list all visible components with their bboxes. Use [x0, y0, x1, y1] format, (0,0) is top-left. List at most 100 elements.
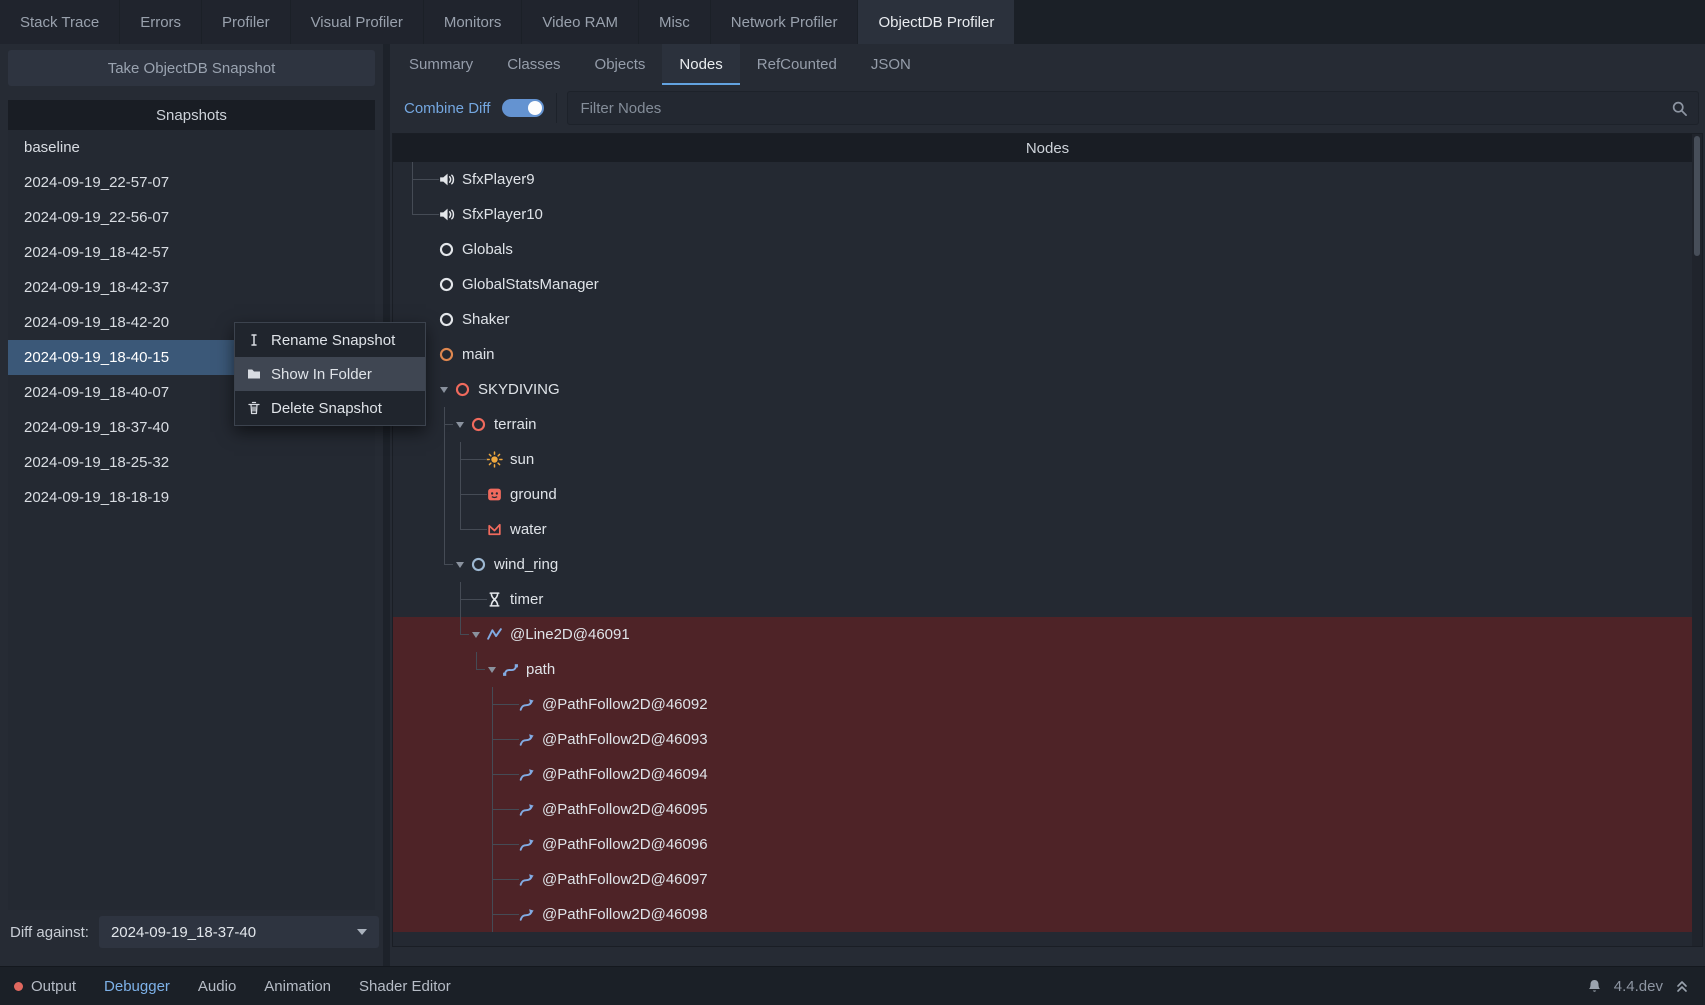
tree-row-globals[interactable]: Globals — [393, 232, 1692, 267]
tree-line — [501, 862, 517, 897]
tree-row-sfxplayer10[interactable]: SfxPlayer10 — [393, 197, 1692, 232]
tree-row-timer[interactable]: timer — [393, 582, 1692, 617]
tree-row-sun[interactable]: sun — [393, 442, 1692, 477]
pathfollow-icon — [517, 801, 535, 819]
tree-line — [405, 617, 421, 652]
tab-json[interactable]: JSON — [854, 44, 928, 85]
tree-row-sfxplayer9[interactable]: SfxPlayer9 — [393, 162, 1692, 197]
tree-row-wind-ring[interactable]: wind_ring — [393, 547, 1692, 582]
snapshot-item-baseline[interactable]: baseline — [8, 130, 375, 165]
collapse-arrow-icon[interactable] — [453, 407, 469, 442]
collapse-arrow-icon[interactable] — [469, 617, 485, 652]
collapse-arrow-icon[interactable] — [485, 652, 501, 687]
top-tab-profiler[interactable]: Profiler — [202, 0, 290, 44]
search-icon — [1670, 99, 1688, 117]
snapshot-item-2024-09-19-18-25-32[interactable]: 2024-09-19_18-25-32 — [8, 445, 375, 480]
top-tab-bar: Stack TraceErrorsProfilerVisual Profiler… — [0, 0, 1705, 44]
tree-row-water[interactable]: water — [393, 512, 1692, 547]
top-tab-monitors[interactable]: Monitors — [424, 0, 522, 44]
audio-icon — [437, 206, 455, 224]
top-tab-errors[interactable]: Errors — [120, 0, 201, 44]
tree-node-label: Shaker — [462, 311, 510, 328]
menu-item-label: Rename Snapshot — [271, 332, 395, 349]
bottom-item-label: Animation — [264, 978, 331, 995]
tab-objects[interactable]: Objects — [578, 44, 663, 85]
sun-icon — [485, 451, 503, 469]
tree-line — [405, 547, 421, 582]
vertical-scrollbar[interactable] — [1692, 134, 1702, 946]
top-tab-objectdb-profiler[interactable]: ObjectDB Profiler — [858, 0, 1014, 44]
combine-diff-label: Combine Diff — [404, 100, 490, 117]
bottom-item-shader-editor[interactable]: Shader Editor — [345, 967, 465, 1005]
tree-line — [437, 722, 453, 757]
snapshot-item-2024-09-19-22-57-07[interactable]: 2024-09-19_22-57-07 — [8, 165, 375, 200]
top-tab-visual-profiler[interactable]: Visual Profiler — [291, 0, 423, 44]
top-tab-stack-trace[interactable]: Stack Trace — [0, 0, 119, 44]
tree-line — [421, 547, 437, 582]
bottom-item-output[interactable]: Output — [0, 967, 90, 1005]
snapshots-header: Snapshots — [8, 100, 375, 130]
tree-row-pathfollow2d-46096[interactable]: @PathFollow2D@46096 — [393, 827, 1692, 862]
expand-bottom-panel-icon[interactable] — [1673, 977, 1691, 995]
take-snapshot-button[interactable]: Take ObjectDB Snapshot — [8, 50, 375, 86]
tree-line — [469, 897, 485, 932]
top-tab-video-ram[interactable]: Video RAM — [522, 0, 638, 44]
tree-row-pathfollow2d-46097[interactable]: @PathFollow2D@46097 — [393, 862, 1692, 897]
snapshot-item-2024-09-19-22-56-07[interactable]: 2024-09-19_22-56-07 — [8, 200, 375, 235]
diff-against-dropdown[interactable]: 2024-09-19_18-37-40 — [99, 916, 379, 948]
tab-summary[interactable]: Summary — [392, 44, 490, 85]
tree-row-pathfollow2d-46098[interactable]: @PathFollow2D@46098 — [393, 897, 1692, 932]
top-tab-network-profiler[interactable]: Network Profiler — [711, 0, 858, 44]
tree-line — [405, 897, 421, 932]
tree-row-shaker[interactable]: Shaker — [393, 302, 1692, 337]
bottom-item-debugger[interactable]: Debugger — [90, 967, 184, 1005]
tree-line — [405, 722, 421, 757]
tree-row-pathfollow2d-46092[interactable]: @PathFollow2D@46092 — [393, 687, 1692, 722]
tree-row-pathfollow2d-46093[interactable]: @PathFollow2D@46093 — [393, 722, 1692, 757]
tree-line — [453, 477, 469, 512]
tree-line — [421, 442, 437, 477]
snapshot-item-2024-09-19-18-42-57[interactable]: 2024-09-19_18-42-57 — [8, 235, 375, 270]
collapse-arrow-icon[interactable] — [437, 372, 453, 407]
tab-refcounted[interactable]: RefCounted — [740, 44, 854, 85]
tab-classes[interactable]: Classes — [490, 44, 577, 85]
tree-line — [453, 617, 469, 652]
snapshot-item-2024-09-19-18-18-19[interactable]: 2024-09-19_18-18-19 — [8, 480, 375, 515]
bottom-item-audio[interactable]: Audio — [184, 967, 250, 1005]
tab-nodes[interactable]: Nodes — [662, 44, 739, 85]
snapshot-item-2024-09-19-18-42-37[interactable]: 2024-09-19_18-42-37 — [8, 270, 375, 305]
nodes-table-header[interactable]: Nodes — [393, 134, 1702, 162]
collapse-arrow-icon[interactable] — [453, 547, 469, 582]
tree-line — [405, 442, 421, 477]
tree-row-main[interactable]: main — [393, 337, 1692, 372]
tree-row-ground[interactable]: ground — [393, 477, 1692, 512]
toggle-knob — [528, 101, 542, 115]
menu-item-rename-snapshot[interactable]: Rename Snapshot — [235, 323, 425, 357]
bell-icon[interactable] — [1586, 977, 1604, 995]
tree-line — [453, 722, 469, 757]
tree-line — [501, 827, 517, 862]
bottom-item-animation[interactable]: Animation — [250, 967, 345, 1005]
nodes-toolbar: Combine Diff — [392, 85, 1703, 131]
tree-row-pathfollow2d-46094[interactable]: @PathFollow2D@46094 — [393, 757, 1692, 792]
tree-row-line2d-46091[interactable]: @Line2D@46091 — [393, 617, 1692, 652]
tree-line — [405, 827, 421, 862]
rename-icon — [245, 331, 263, 349]
polygon-icon — [485, 521, 503, 539]
folder-icon — [245, 365, 263, 383]
tree-row-terrain[interactable]: terrain — [393, 407, 1692, 442]
combine-diff-toggle[interactable] — [502, 99, 544, 117]
tree-row-skydiving[interactable]: SKYDIVING — [393, 372, 1692, 407]
menu-item-delete-snapshot[interactable]: Delete Snapshot — [235, 391, 425, 425]
panel-splitter[interactable] — [383, 44, 390, 967]
filter-nodes-input[interactable] — [578, 99, 1670, 118]
node-white-icon — [437, 311, 455, 329]
menu-item-show-in-folder[interactable]: Show In Folder — [235, 357, 425, 391]
tree-row-pathfollow2d-46095[interactable]: @PathFollow2D@46095 — [393, 792, 1692, 827]
scrollbar-thumb[interactable] — [1694, 136, 1700, 256]
tree-row-globalstatsmanager[interactable]: GlobalStatsManager — [393, 267, 1692, 302]
top-tab-misc[interactable]: Misc — [639, 0, 710, 44]
tree-line — [405, 687, 421, 722]
tree-row-path[interactable]: path — [393, 652, 1692, 687]
tree-line — [437, 687, 453, 722]
